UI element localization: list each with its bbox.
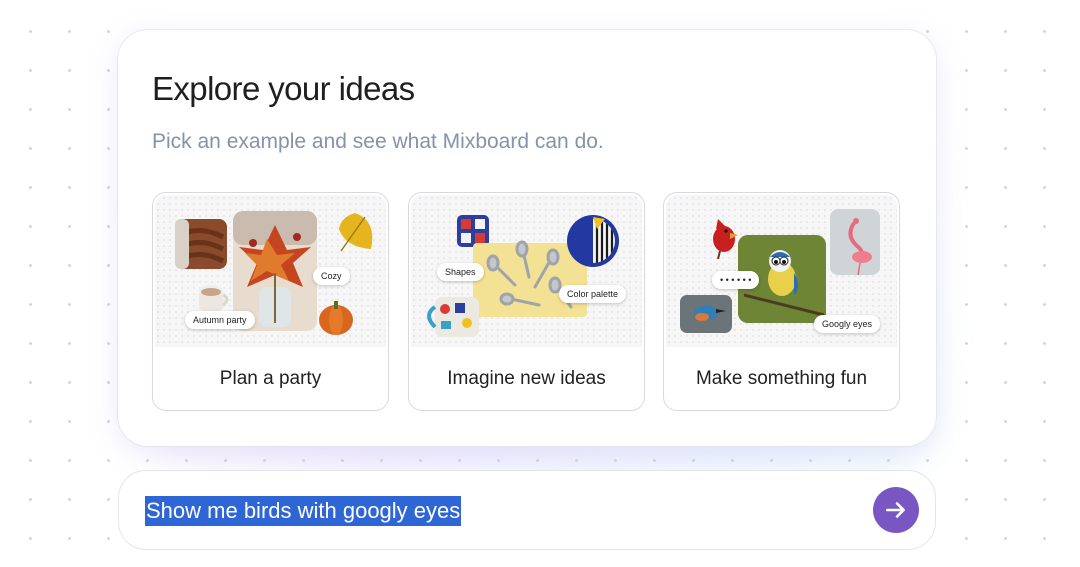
chip-googly-eyes: Googly eyes (814, 315, 881, 333)
card-label: Plan a party (219, 368, 322, 389)
yellow-leaf-image (339, 213, 373, 252)
card-label: Make something fun (695, 368, 868, 389)
patterned-tile-image (457, 215, 489, 247)
spoons-on-yellow-image (473, 240, 587, 317)
card-collage: Cozy Autumn party (155, 195, 386, 347)
arrow-right-icon (886, 502, 905, 518)
flamingo-image (830, 209, 880, 276)
example-card-imagine-ideas[interactable]: Shapes Color palette Imagine new ideas (408, 192, 645, 411)
send-button[interactable] (873, 487, 919, 533)
kingfisher-image (680, 295, 732, 333)
chip-shapes: Shapes (437, 263, 484, 281)
prompt-input-bar[interactable]: Show me birds with googly eyes (118, 470, 936, 550)
blue-striped-plate-image (567, 215, 619, 267)
card-label: Imagine new ideas (447, 368, 606, 389)
chip-cozy: Cozy (313, 267, 350, 285)
example-card-plan-party[interactable]: Cozy Autumn party Plan a party (152, 192, 389, 411)
explore-panel: Explore your ideas Pick an example and s… (118, 30, 936, 446)
panel-title: Explore your ideas (152, 70, 415, 107)
patterned-mug-image (427, 297, 479, 337)
chip-color-palette: Color palette (559, 285, 627, 303)
chip-dots: • • • • • • (712, 271, 760, 289)
prompt-input[interactable]: Show me birds with googly eyes (145, 496, 462, 526)
red-cardinal-image (713, 219, 738, 260)
card-collage: Shapes Color palette (411, 195, 642, 347)
pumpkin-image (319, 301, 353, 335)
hot-cocoa-mug-image (199, 285, 229, 311)
chip-autumn-party: Autumn party (185, 311, 255, 329)
example-card-make-fun[interactable]: • • • • • • Googly eyes Make something f… (663, 192, 900, 411)
knit-blanket-image (175, 219, 227, 269)
panel-subtitle: Pick an example and see what Mixboard ca… (152, 130, 604, 153)
card-collage: • • • • • • Googly eyes (666, 195, 897, 347)
